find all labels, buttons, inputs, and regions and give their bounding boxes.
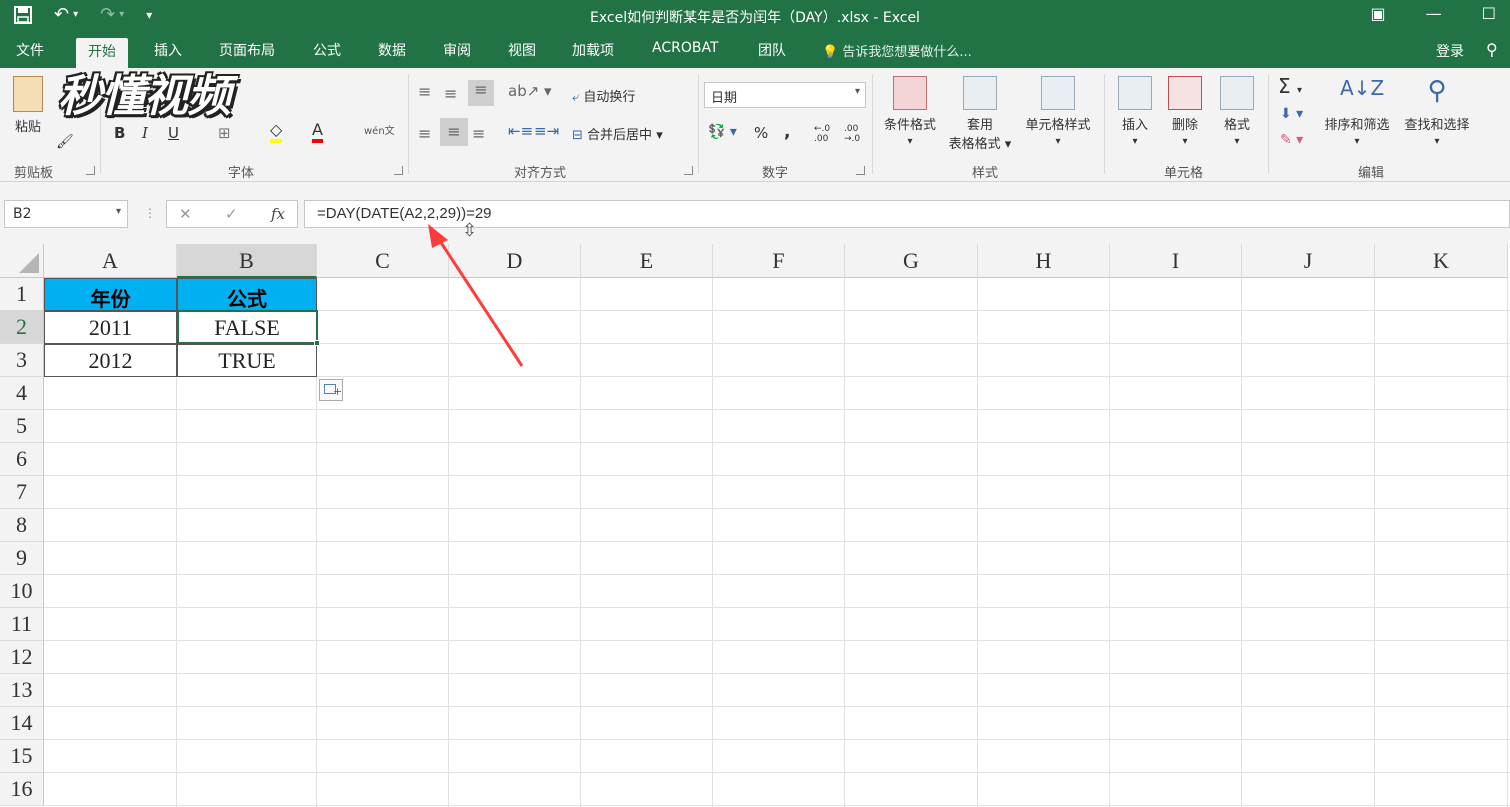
annotation-arrow xyxy=(428,224,524,367)
